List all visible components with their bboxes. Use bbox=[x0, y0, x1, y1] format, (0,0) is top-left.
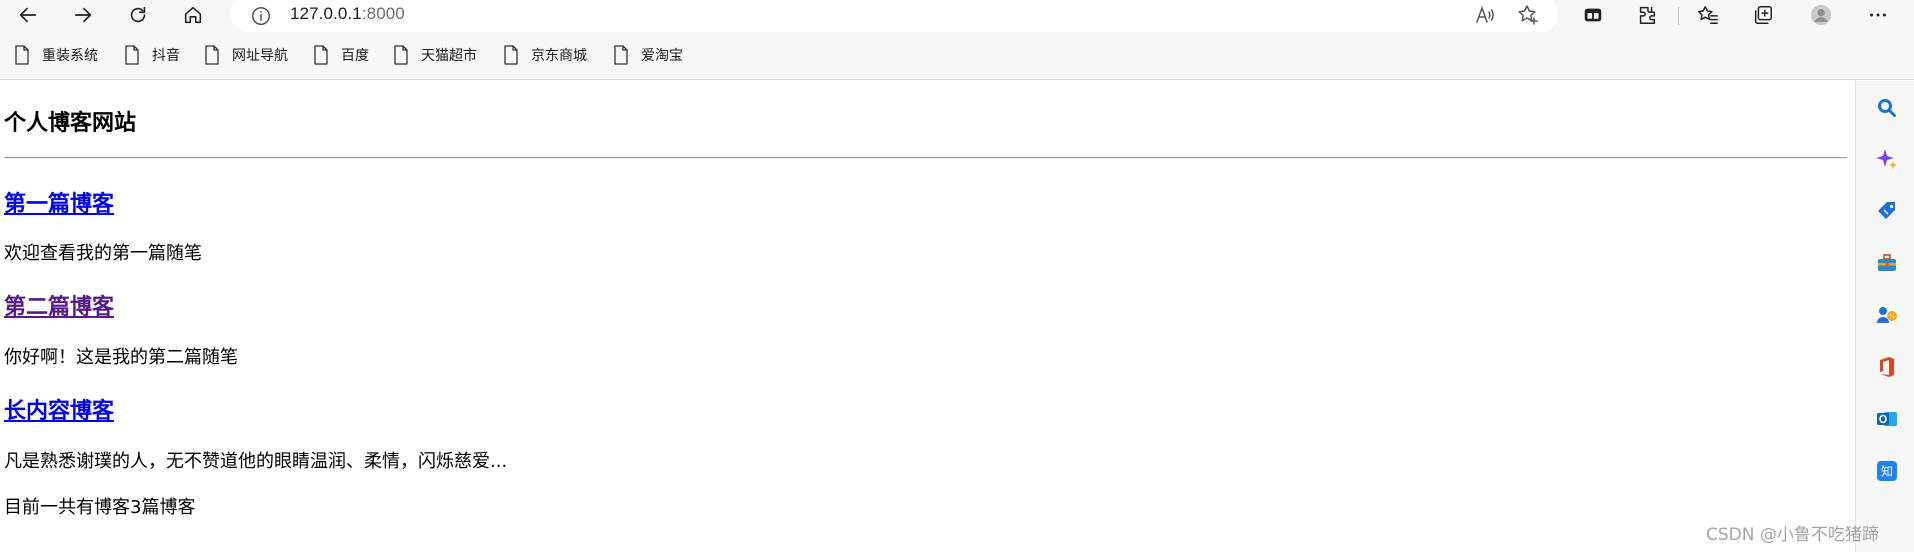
bookmark-item[interactable]: 百度 bbox=[313, 44, 369, 66]
back-icon[interactable] bbox=[10, 0, 46, 30]
games-icon[interactable] bbox=[1875, 303, 1899, 327]
svg-text:知: 知 bbox=[1881, 465, 1893, 479]
search-icon[interactable] bbox=[1875, 96, 1899, 120]
refresh-icon[interactable] bbox=[120, 0, 156, 30]
post-link-3[interactable]: 长内容博客 bbox=[4, 393, 114, 425]
tools-icon[interactable] bbox=[1875, 251, 1899, 275]
page-icon bbox=[125, 45, 139, 65]
bookmark-label: 重装系统 bbox=[42, 48, 98, 64]
read-aloud-icon[interactable] bbox=[1472, 2, 1498, 28]
collections-icon[interactable] bbox=[1745, 0, 1781, 30]
bookmarks-bar: 重装系统 抖音 网址导航 百度 天猫超市 京东商城 爱淘宝 bbox=[0, 32, 1914, 80]
edge-sidebar: 知 bbox=[1855, 81, 1914, 552]
extensions-icon[interactable] bbox=[1629, 0, 1665, 30]
page-title: 个人博客网站 bbox=[4, 111, 137, 136]
bookmark-label: 抖音 bbox=[152, 48, 180, 64]
page-icon bbox=[614, 45, 628, 65]
address-bar[interactable]: 127.0.0.1:8000 bbox=[230, 0, 1558, 32]
bookmark-item[interactable]: 网址导航 bbox=[204, 44, 288, 66]
bookmark-item[interactable]: 抖音 bbox=[124, 44, 180, 66]
browser-toolbar: 127.0.0.1:8000 bbox=[0, 0, 1914, 32]
address-url[interactable]: 127.0.0.1:8000 bbox=[290, 4, 405, 24]
bookmark-item[interactable]: 京东商城 bbox=[503, 44, 587, 66]
favorites-icon[interactable] bbox=[1690, 0, 1726, 30]
page-icon bbox=[314, 45, 328, 65]
outlook-icon[interactable] bbox=[1875, 407, 1899, 431]
split-screen-icon[interactable] bbox=[1575, 0, 1611, 30]
post-summary-2: 你好啊！这是我的第二篇随笔 bbox=[4, 347, 238, 368]
bookmark-label: 天猫超市 bbox=[421, 48, 477, 64]
bookmark-label: 京东商城 bbox=[531, 48, 587, 64]
post-link-2[interactable]: 第二篇博客 bbox=[4, 289, 114, 321]
horizontal-rule bbox=[4, 157, 1847, 159]
add-favorite-icon[interactable] bbox=[1515, 2, 1541, 28]
bookmark-item[interactable]: 重装系统 bbox=[14, 44, 98, 66]
post-summary-3: 凡是熟悉谢璞的人，无不赞道他的眼睛温润、柔情，闪烁慈爱... bbox=[4, 451, 508, 472]
more-icon[interactable] bbox=[1860, 0, 1896, 30]
copilot-icon[interactable] bbox=[1875, 147, 1899, 171]
page-icon bbox=[15, 45, 29, 65]
bookmark-item[interactable]: 爱淘宝 bbox=[613, 44, 683, 66]
home-icon[interactable] bbox=[175, 0, 211, 30]
page-content: 个人博客网站 第一篇博客 欢迎查看我的第一篇随笔 第二篇博客 你好啊！这是我的第… bbox=[0, 81, 1855, 552]
forward-icon[interactable] bbox=[65, 0, 101, 30]
profile-icon[interactable] bbox=[1803, 0, 1839, 30]
bookmark-label: 网址导航 bbox=[232, 48, 288, 64]
zhihu-icon[interactable]: 知 bbox=[1875, 459, 1899, 483]
shopping-icon[interactable] bbox=[1875, 199, 1899, 223]
post-link-1[interactable]: 第一篇博客 bbox=[4, 186, 114, 218]
office-icon[interactable] bbox=[1875, 355, 1899, 379]
bookmark-label: 爱淘宝 bbox=[641, 48, 683, 64]
post-count: 目前一共有博客3篇博客 bbox=[4, 497, 196, 518]
csdn-watermark: CSDN @小鲁不吃猪蹄 bbox=[1706, 525, 1879, 545]
page-icon bbox=[504, 45, 518, 65]
page-icon bbox=[394, 45, 408, 65]
toolbar-divider bbox=[1678, 7, 1679, 25]
url-host: 127.0.0.1 bbox=[290, 4, 362, 23]
bookmark-label: 百度 bbox=[341, 48, 369, 64]
post-summary-1: 欢迎查看我的第一篇随笔 bbox=[4, 243, 202, 264]
bookmark-item[interactable]: 天猫超市 bbox=[393, 44, 477, 66]
page-icon bbox=[205, 45, 219, 65]
site-info-icon[interactable] bbox=[250, 5, 272, 27]
url-port: :8000 bbox=[361, 4, 405, 23]
